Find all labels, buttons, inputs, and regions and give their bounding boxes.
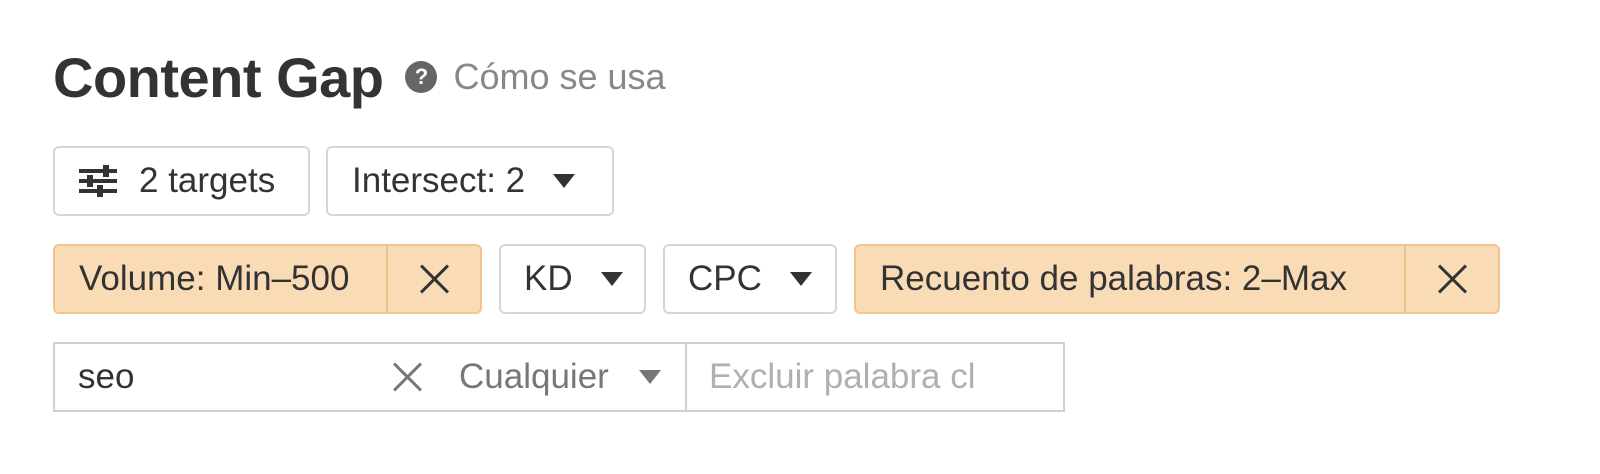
- sliders-icon: [79, 165, 117, 197]
- word-count-filter-button[interactable]: Recuento de palabras: 2–Max: [856, 246, 1404, 312]
- keyword-search-box: Cualquier: [53, 342, 1065, 412]
- volume-filter-clear-button[interactable]: [386, 246, 480, 312]
- page-title: Content Gap: [53, 45, 384, 109]
- intersect-dropdown[interactable]: Intersect: 2: [326, 146, 614, 216]
- kd-filter-dropdown[interactable]: KD: [499, 244, 646, 314]
- targets-toolbar: 2 targets Intersect: 2: [53, 146, 614, 216]
- volume-filter-chip: Volume: Min–500: [53, 244, 482, 314]
- caret-down-icon: [789, 272, 812, 286]
- caret-down-icon: [638, 370, 661, 384]
- close-icon: [391, 361, 423, 393]
- volume-filter-button[interactable]: Volume: Min–500: [55, 246, 386, 312]
- how-to-use-link[interactable]: ? Cómo se usa: [405, 56, 666, 98]
- caret-down-icon: [553, 174, 576, 188]
- filters-bar: Volume: Min–500 KD CPC Recuento de palab…: [53, 244, 1500, 314]
- include-keyword-input[interactable]: [55, 344, 379, 410]
- word-count-filter-chip: Recuento de palabras: 2–Max: [854, 244, 1500, 314]
- exclude-keyword-input[interactable]: [687, 344, 1063, 410]
- page-header: Content Gap ? Cómo se usa: [53, 42, 666, 112]
- targets-button[interactable]: 2 targets: [53, 146, 310, 216]
- close-icon: [1436, 263, 1468, 295]
- match-mode-label: Cualquier: [459, 357, 609, 396]
- keyword-search-row: Cualquier: [53, 342, 1065, 412]
- match-mode-dropdown[interactable]: Cualquier: [435, 344, 687, 410]
- content-gap-page: Content Gap ? Cómo se usa 2 targets Inte…: [0, 0, 1600, 474]
- kd-label: KD: [524, 259, 573, 298]
- intersect-label: Intersect: 2: [352, 161, 526, 200]
- caret-down-icon: [600, 272, 623, 286]
- question-circle-icon: ?: [405, 61, 438, 93]
- cpc-label: CPC: [688, 259, 762, 298]
- clear-keyword-button[interactable]: [379, 344, 435, 410]
- how-to-use-label: Cómo se usa: [453, 56, 666, 97]
- word-count-filter-clear-button[interactable]: [1404, 246, 1498, 312]
- targets-label: 2 targets: [139, 161, 276, 200]
- close-icon: [418, 263, 450, 295]
- cpc-filter-dropdown[interactable]: CPC: [663, 244, 837, 314]
